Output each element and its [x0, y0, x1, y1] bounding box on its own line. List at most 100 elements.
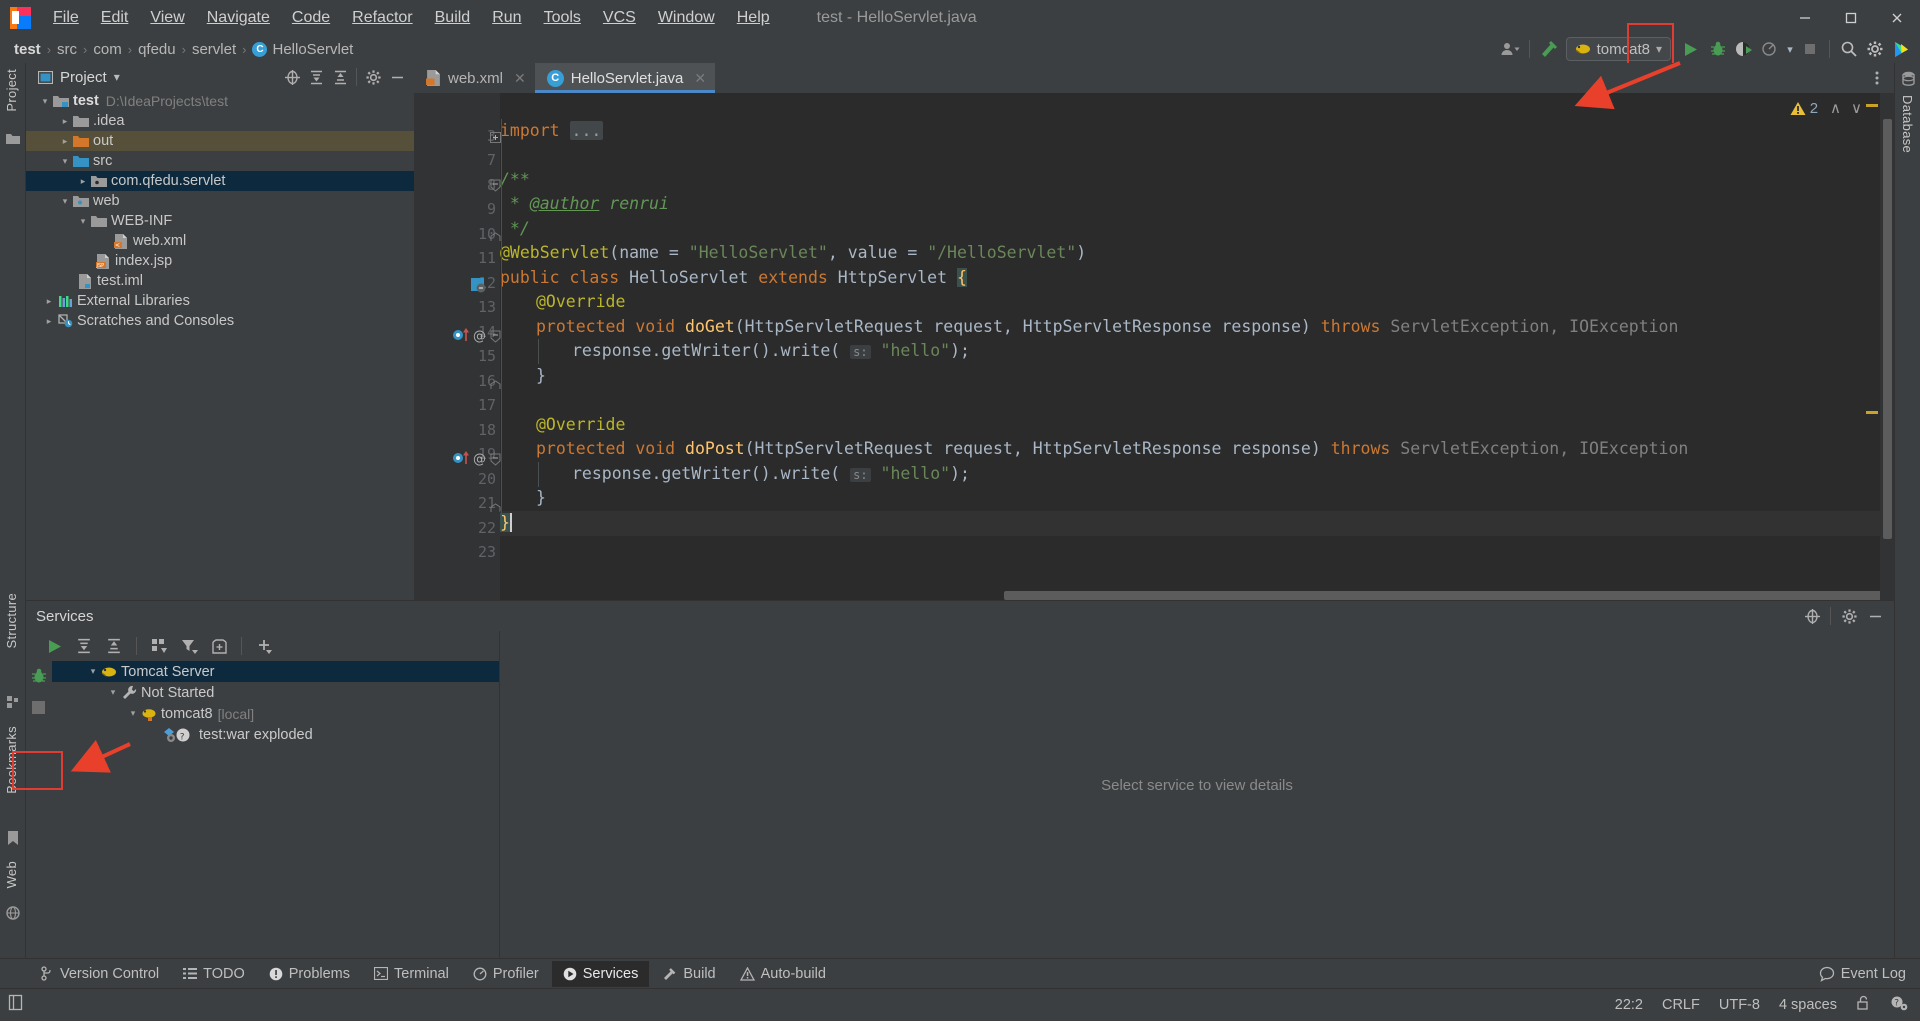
- toolwindow-problems[interactable]: Problems: [258, 961, 361, 987]
- tree-item-external-libraries[interactable]: ▸ External Libraries: [26, 291, 414, 311]
- chevron-down-icon[interactable]: ▾: [58, 156, 72, 167]
- services-item-not-started[interactable]: ▾ Not Started: [52, 682, 499, 703]
- close-icon[interactable]: ✕: [694, 70, 706, 87]
- indent-setting[interactable]: 4 spaces: [1779, 997, 1837, 1013]
- breadcrumb-test[interactable]: test: [10, 41, 45, 58]
- tree-item-package-com-qfedu-servlet[interactable]: ▸ com.qfedu.servlet: [26, 171, 414, 191]
- rail-item-web[interactable]: Web: [4, 861, 19, 888]
- inspection-widget[interactable]: 2 ∧ ∨: [1790, 99, 1862, 117]
- services-stop-button[interactable]: [32, 701, 45, 719]
- previous-problem-icon[interactable]: ∧: [1830, 99, 1841, 117]
- override-method-gutter-icon[interactable]: @: [452, 327, 486, 346]
- collapse-all-icon[interactable]: [100, 633, 128, 659]
- tree-item-out[interactable]: ▸ out: [26, 131, 414, 151]
- toolwindow-auto-build[interactable]: Auto-build: [729, 961, 837, 987]
- menu-build[interactable]: Build: [424, 6, 482, 30]
- collapsed-imports-placeholder[interactable]: ...: [569, 121, 604, 140]
- menu-tools[interactable]: Tools: [533, 6, 592, 30]
- user-account-icon[interactable]: [1497, 37, 1523, 61]
- toggle-toolwindows-icon[interactable]: [8, 994, 24, 1016]
- unlocked-icon[interactable]: [1856, 995, 1871, 1015]
- menu-view[interactable]: View: [139, 6, 195, 30]
- editor-body[interactable]: 3 7 8 9 10 11 12 13 14 15 16 17 18 19 20…: [414, 93, 1894, 600]
- editor-options-menu-icon[interactable]: [1866, 68, 1888, 88]
- toolwindow-services[interactable]: Services: [551, 960, 650, 987]
- gear-icon[interactable]: [1838, 606, 1860, 626]
- search-icon[interactable]: [1836, 37, 1862, 61]
- expand-all-icon[interactable]: [305, 67, 327, 87]
- services-tree[interactable]: ▾ Tomcat Server ▾ Not Started ▾ tomcat8 …: [52, 661, 499, 959]
- toolwindow-build[interactable]: Build: [651, 961, 726, 987]
- expand-all-icon[interactable]: [70, 633, 98, 659]
- menu-help[interactable]: Help: [726, 6, 781, 30]
- show-configurations-icon[interactable]: [205, 633, 233, 659]
- idea-badge-icon[interactable]: [1888, 37, 1914, 61]
- editor-marker-rail[interactable]: [1880, 93, 1894, 600]
- menu-file[interactable]: File: [42, 6, 90, 30]
- close-button[interactable]: [1874, 0, 1920, 35]
- caret-position[interactable]: 22:2: [1615, 997, 1643, 1013]
- profiler-button[interactable]: [1757, 37, 1783, 61]
- toolwindow-version-control[interactable]: Version Control: [30, 961, 170, 987]
- tree-item-web[interactable]: ▾ web: [26, 191, 414, 211]
- tree-item-web-xml[interactable]: < web.xml: [26, 231, 414, 251]
- project-tree[interactable]: ▾ test D:\IdeaProjects\test ▸ .idea ▸ ou…: [26, 91, 414, 600]
- rail-item-structure[interactable]: Structure: [4, 593, 19, 648]
- gear-icon[interactable]: [362, 67, 384, 87]
- inspection-profile-icon[interactable]: ?: [1890, 995, 1908, 1015]
- services-item-tomcat8-local[interactable]: ▾ tomcat8 [local]: [52, 703, 499, 724]
- locate-target-icon[interactable]: [1801, 606, 1823, 626]
- menu-refactor[interactable]: Refactor: [341, 6, 423, 30]
- editor-vertical-scrollbar[interactable]: [1883, 119, 1892, 539]
- menu-run[interactable]: Run: [481, 6, 532, 30]
- chevron-down-icon[interactable]: ▾: [126, 708, 140, 719]
- maximize-button[interactable]: [1828, 0, 1874, 35]
- menu-edit[interactable]: Edit: [90, 6, 140, 30]
- collapse-all-icon[interactable]: [329, 67, 351, 87]
- chevron-right-icon[interactable]: ▸: [42, 316, 56, 327]
- services-debug-button[interactable]: [30, 667, 48, 690]
- editor-gutter[interactable]: 3 7 8 9 10 11 12 13 14 15 16 17 18 19 20…: [414, 93, 501, 600]
- chevron-down-icon[interactable]: ▾: [86, 666, 100, 677]
- stop-button[interactable]: [1797, 37, 1823, 61]
- chevron-down-icon[interactable]: ▾: [58, 196, 72, 207]
- debug-button[interactable]: [1705, 37, 1731, 61]
- toolwindow-terminal[interactable]: Terminal: [363, 961, 460, 987]
- filter-icon[interactable]: [175, 633, 203, 659]
- project-panel-chevron-down-icon[interactable]: ▾: [114, 70, 120, 84]
- menu-vcs[interactable]: VCS: [592, 6, 647, 30]
- toolwindow-todo[interactable]: TODO: [172, 961, 256, 987]
- toolwindow-profiler[interactable]: Profiler: [462, 961, 550, 987]
- settings-gear-icon[interactable]: [1862, 37, 1888, 61]
- tree-item-scratches-and-consoles[interactable]: ▸ Scratches and Consoles: [26, 311, 414, 331]
- minimize-panel-icon[interactable]: [1864, 606, 1886, 626]
- menu-code[interactable]: Code: [281, 6, 341, 30]
- services-run-button[interactable]: [40, 633, 68, 659]
- breadcrumb-servlet[interactable]: servlet: [188, 41, 240, 58]
- editor-tab-helloservlet-java[interactable]: C HelloServlet.java ✕: [534, 63, 716, 93]
- next-problem-icon[interactable]: ∨: [1851, 99, 1862, 117]
- breadcrumb-com[interactable]: com: [89, 41, 125, 58]
- locate-target-icon[interactable]: [281, 67, 303, 87]
- services-item-tomcat-server[interactable]: ▾ Tomcat Server: [52, 661, 499, 682]
- event-log-button[interactable]: Event Log: [1819, 966, 1906, 982]
- tree-item-idea[interactable]: ▸ .idea: [26, 111, 414, 131]
- tree-item-src[interactable]: ▾ src: [26, 151, 414, 171]
- chevron-down-icon[interactable]: ▾: [76, 216, 90, 227]
- menu-navigate[interactable]: Navigate: [196, 6, 281, 30]
- run-button[interactable]: [1675, 37, 1705, 61]
- warning-marker[interactable]: [1866, 411, 1878, 414]
- tree-item-test[interactable]: ▾ test D:\IdeaProjects\test: [26, 91, 414, 111]
- group-by-icon[interactable]: [145, 633, 173, 659]
- warning-marker[interactable]: [1866, 104, 1878, 107]
- run-configuration-selector[interactable]: tomcat8 ▾: [1565, 37, 1671, 61]
- menu-window[interactable]: Window: [647, 6, 726, 30]
- breadcrumb-src[interactable]: src: [53, 41, 81, 58]
- tree-item-index-jsp[interactable]: JSP index.jsp: [26, 251, 414, 271]
- editor-tab-web-xml[interactable]: web.xml ✕: [414, 63, 535, 93]
- override-method-gutter-icon[interactable]: @: [452, 450, 486, 469]
- profiler-dropdown-chevron-down-icon[interactable]: ▾: [1783, 37, 1797, 61]
- code-content[interactable]: import ... /** * @author renrui */ @WebS…: [500, 93, 1894, 600]
- chevron-right-icon[interactable]: ▸: [58, 116, 72, 127]
- tree-item-web-inf[interactable]: ▾ WEB-INF: [26, 211, 414, 231]
